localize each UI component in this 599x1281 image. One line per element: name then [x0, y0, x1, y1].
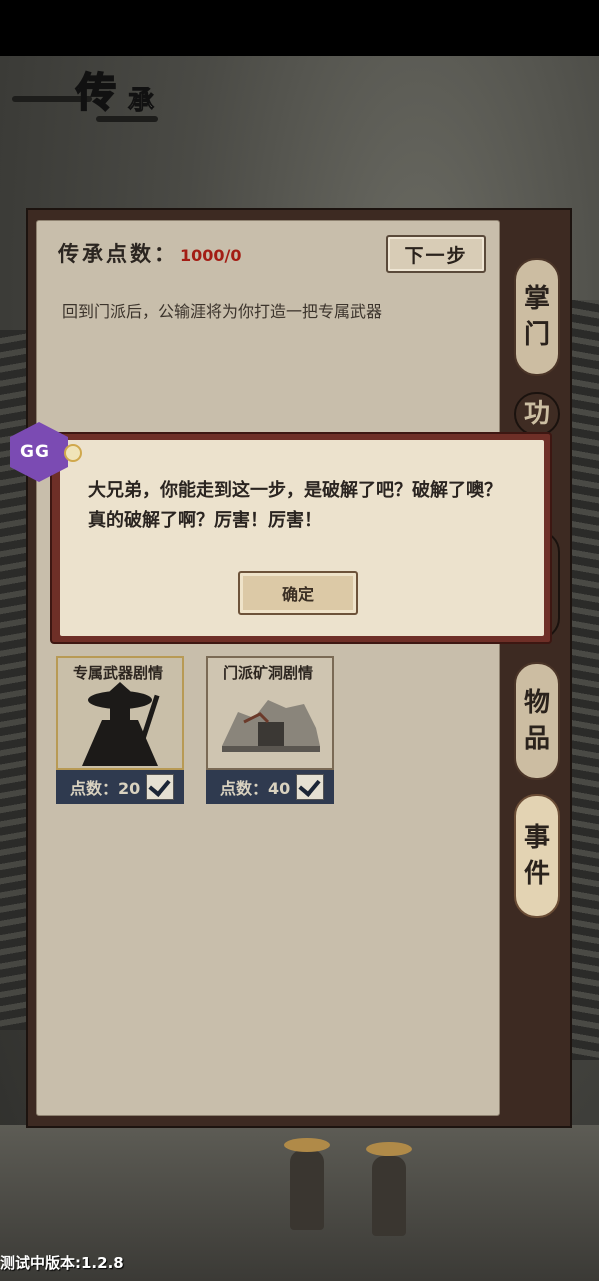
card-points: 点数：20 — [70, 779, 141, 798]
background-figure-hat — [366, 1142, 412, 1156]
card-points: 点数：40 — [220, 779, 291, 798]
dialog-message: 大兄弟，你能走到这一步，是破解了吧？破解了噢？真的破解了啊？厉害！厉害！ — [88, 480, 502, 531]
tab-label: 物品 — [523, 688, 550, 754]
checkbox-checked-icon[interactable] — [296, 774, 324, 800]
version-label: 测试中版本:1.2.8 — [0, 1254, 124, 1272]
confirm-button[interactable]: 确定 — [238, 571, 358, 615]
tab-label: 事件 — [523, 823, 550, 889]
background-figure — [372, 1156, 406, 1236]
card-footer: 点数：40 — [206, 770, 334, 804]
tab-events[interactable]: 事件 — [514, 794, 560, 918]
page-title-secondary: 承 — [127, 86, 155, 117]
gg-label: GG — [20, 442, 50, 462]
tab-label: 掌门 — [523, 284, 550, 350]
checkbox-checked-icon[interactable] — [146, 774, 174, 800]
background-figure-hat — [284, 1138, 330, 1152]
background-figure — [290, 1150, 324, 1230]
gg-indicator-icon — [64, 444, 82, 462]
status-bar — [0, 0, 599, 56]
points-label: 传承点数： — [58, 241, 178, 266]
tab-skills[interactable]: 功 — [514, 392, 560, 436]
next-step-button[interactable]: 下一步 — [386, 235, 486, 273]
tab-sect-leader[interactable]: 掌门 — [514, 258, 560, 376]
tab-items[interactable]: 物品 — [514, 662, 560, 780]
description-text: 回到门派后，公输涯将为你打造一把专属武器 — [62, 302, 383, 321]
card-title: 专属武器剧情 — [72, 664, 163, 682]
page-title: 传 — [75, 68, 117, 117]
points-value: 1000/0 — [180, 246, 242, 265]
tab-label: 功 — [523, 399, 550, 429]
card-footer: 点数：20 — [56, 770, 184, 804]
card-title: 门派矿洞剧情 — [222, 664, 313, 682]
event-card-weapon[interactable]: 专属武器剧情 点数：20 — [56, 656, 184, 804]
event-card-mine[interactable]: 门派矿洞剧情 点数：40 — [206, 656, 334, 804]
